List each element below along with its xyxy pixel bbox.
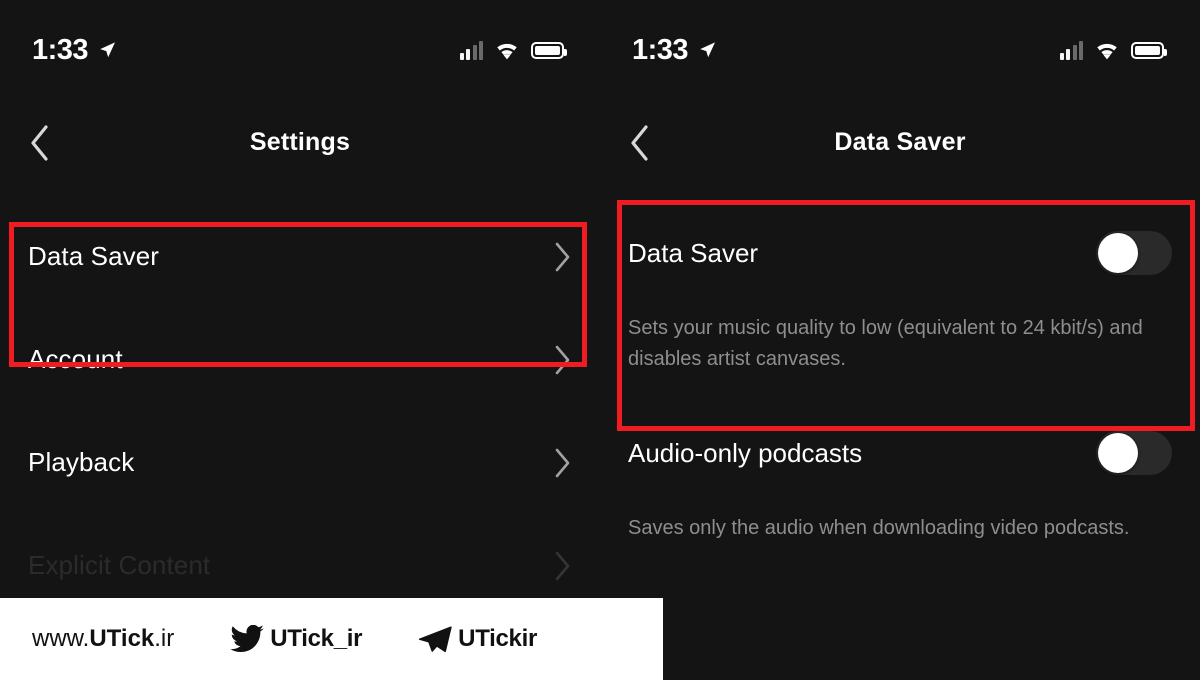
sidebar-item-account[interactable]: Account	[0, 308, 600, 411]
list-item-label: Account	[28, 344, 123, 374]
back-button-left[interactable]	[18, 121, 62, 165]
location-arrow-icon	[100, 42, 116, 58]
status-bar-left: 1:33	[0, 0, 600, 100]
chevron-left-icon	[631, 124, 648, 161]
nav-bar-left: Settings	[0, 100, 600, 185]
status-time: 1:33	[32, 33, 89, 66]
data-saver-toggle[interactable]	[1096, 231, 1172, 275]
chevron-right-icon	[555, 345, 570, 374]
setting-row-data-saver: Data Saver	[628, 207, 1172, 299]
toggle-knob	[1098, 233, 1138, 273]
location-arrow-icon	[700, 42, 716, 58]
watermark-telegram-handle: UTickir	[458, 625, 537, 652]
watermark-telegram: UTickir	[418, 625, 537, 653]
screenshot-canvas: 1:33 Settings Data Saver Account Playbac…	[0, 0, 1200, 680]
chevron-right-icon	[555, 448, 570, 477]
status-time: 1:33	[632, 33, 689, 66]
watermark-bar: www.UTick.ir UTick_ir UTickir	[0, 598, 663, 680]
setting-label: Audio-only podcasts	[628, 437, 863, 468]
watermark-website-text: www.UTick.ir	[32, 625, 175, 652]
battery-full-icon	[1131, 41, 1167, 59]
audio-only-podcasts-toggle[interactable]	[1096, 431, 1172, 475]
status-bar-right-group	[1059, 40, 1167, 60]
list-item-label: Data Saver	[28, 241, 160, 271]
twitter-bird-icon	[230, 625, 265, 653]
setting-description: Saves only the audio when downloading vi…	[628, 517, 1130, 539]
telegram-plane-icon	[419, 626, 452, 653]
wifi-icon	[497, 43, 517, 59]
chevron-left-icon	[31, 124, 48, 161]
watermark-twitter-handle: UTick_ir	[270, 625, 363, 652]
setting-label: Data Saver	[628, 237, 759, 268]
back-button-right[interactable]	[618, 121, 662, 165]
list-item-label: Explicit Content	[28, 550, 211, 580]
list-item-label: Playback	[28, 447, 135, 477]
setting-description: Sets your music quality to low (equivale…	[628, 317, 1143, 370]
watermark-twitter: UTick_ir	[230, 625, 362, 653]
page-title-right: Data Saver	[834, 128, 966, 156]
battery-full-icon	[531, 41, 567, 59]
settings-list: Data Saver Account Playback Explicit Con…	[0, 185, 600, 617]
cellular-signal-icon	[459, 40, 483, 60]
right-phone-screen: 1:33 Data Saver Data Saver Sets your mus…	[600, 0, 1200, 680]
sidebar-item-playback[interactable]: Playback	[0, 411, 600, 514]
cellular-signal-icon	[1059, 40, 1083, 60]
toggle-knob	[1098, 433, 1138, 473]
sidebar-item-data-saver[interactable]: Data Saver	[0, 205, 600, 308]
watermark-website: www.UTick.ir	[32, 627, 174, 651]
chevron-right-icon	[555, 242, 570, 271]
status-bar-right: 1:33	[600, 0, 1200, 100]
left-phone-screen: 1:33 Settings Data Saver Account Playbac…	[0, 0, 600, 680]
status-bar-left-group: 1:33	[632, 33, 717, 66]
page-title-left: Settings	[249, 128, 351, 156]
nav-bar-right: Data Saver	[600, 100, 1200, 185]
status-bar-right-group	[459, 40, 567, 60]
setting-row-audio-only-podcasts: Audio-only podcasts	[628, 407, 1172, 499]
wifi-icon	[1097, 43, 1117, 59]
status-bar-left-group: 1:33	[32, 33, 117, 66]
chevron-right-icon	[555, 551, 570, 580]
data-saver-settings: Data Saver Sets your music quality to lo…	[600, 185, 1200, 554]
